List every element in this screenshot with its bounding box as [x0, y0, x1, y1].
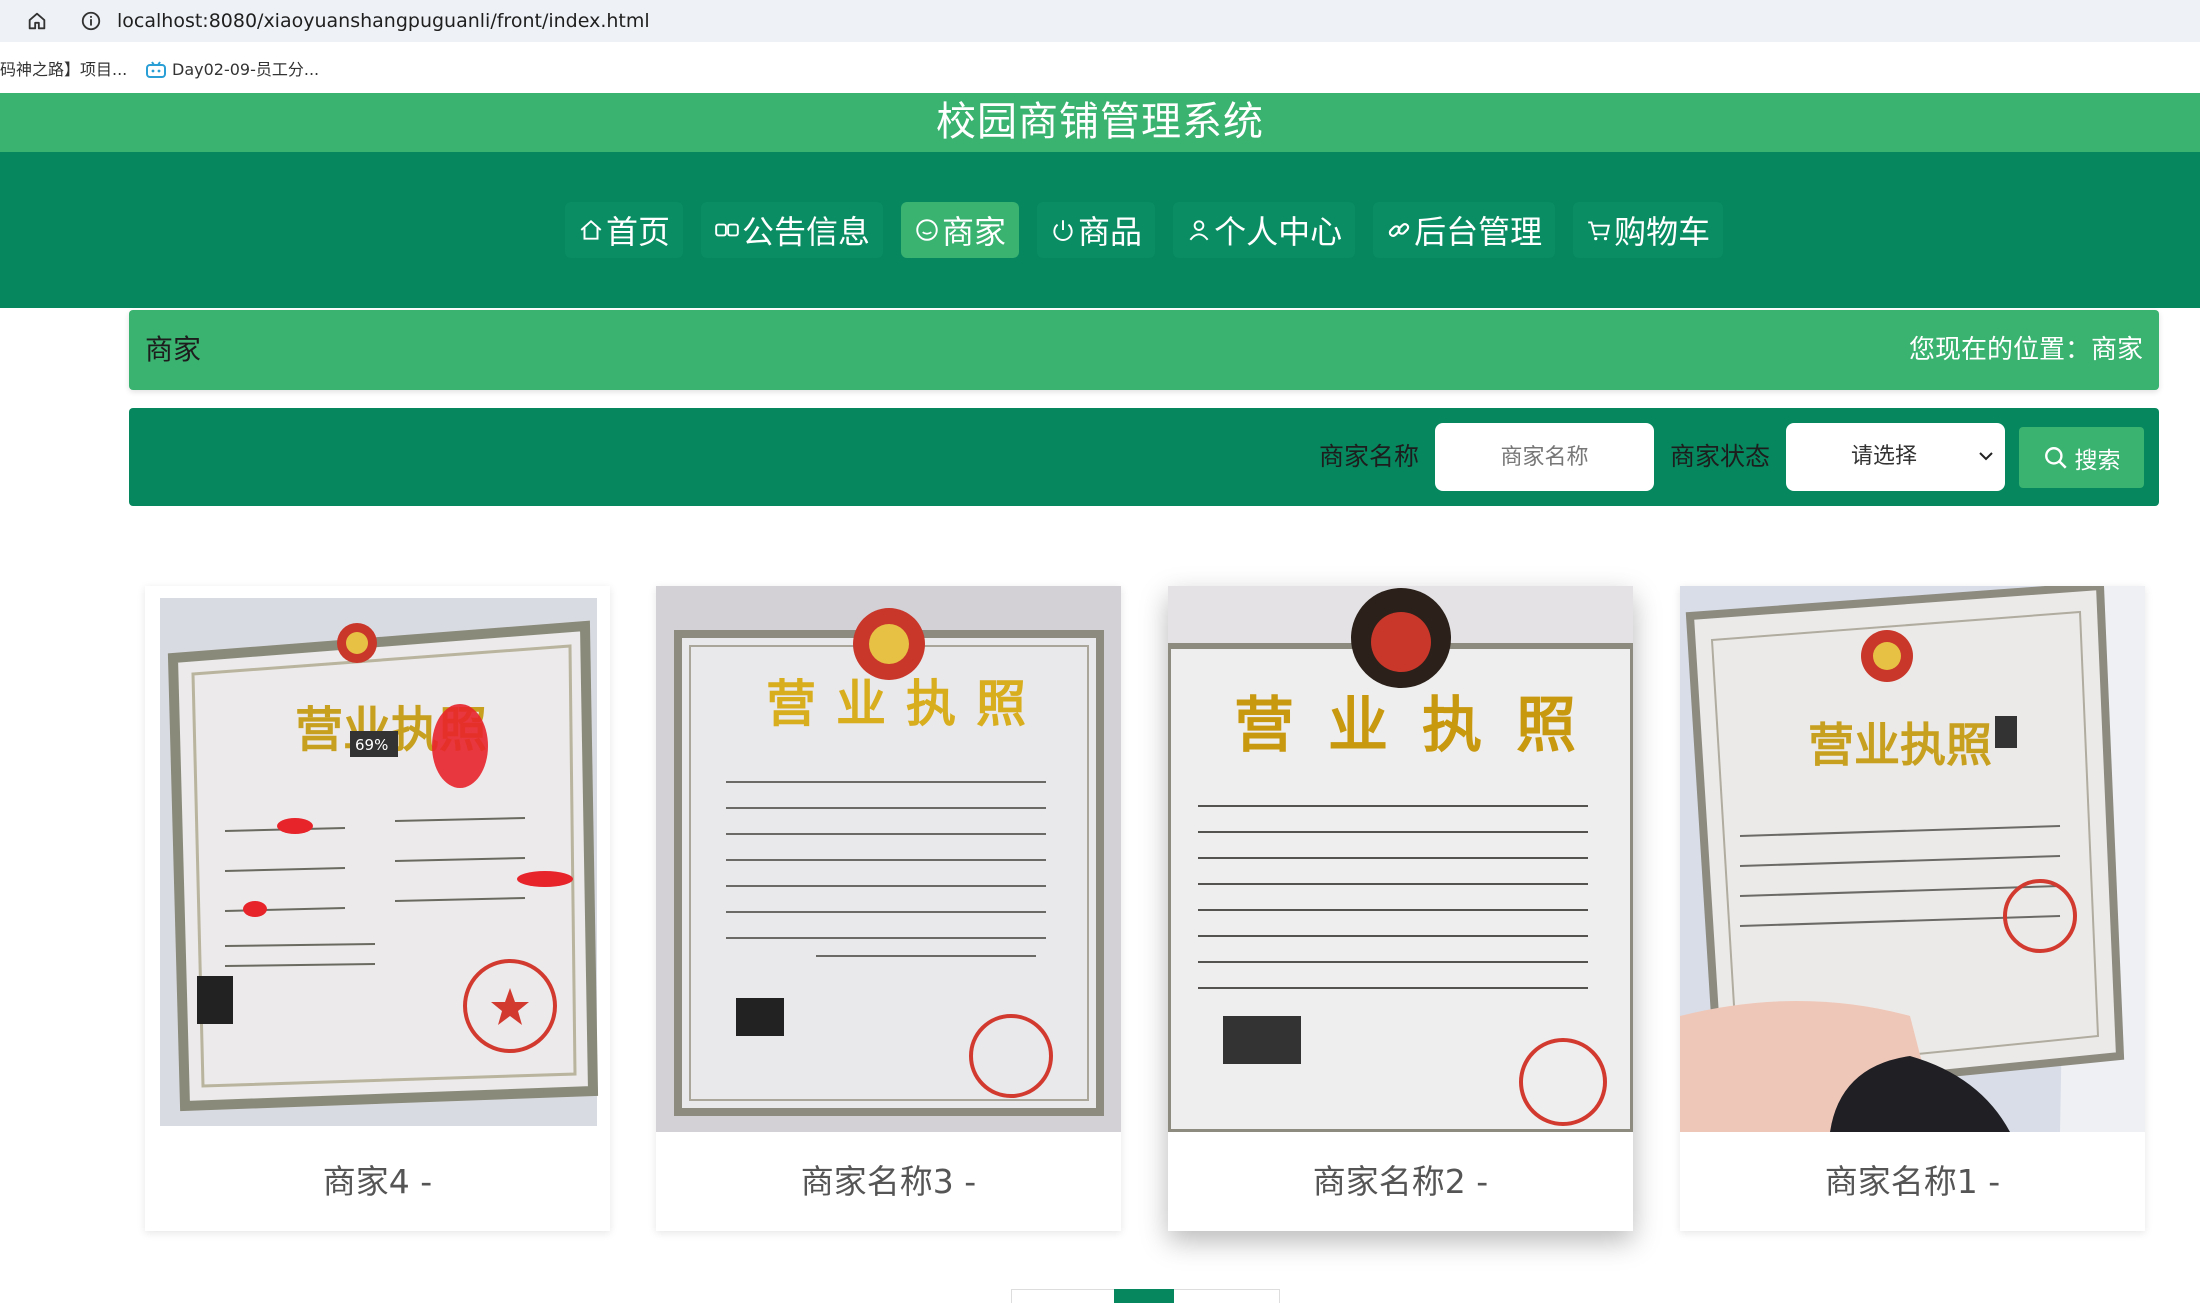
- merchant-card[interactable]: 营业执照 商家名称1 -: [1680, 586, 2145, 1231]
- merchant-card[interactable]: 营业执照 商家名称3 -: [656, 586, 1121, 1231]
- bookmark-item[interactable]: Day02-09-员工分...: [146, 56, 319, 80]
- merchant-card[interactable]: 营业执照 69% 商家4 -: [145, 586, 610, 1231]
- breadcrumb: 商家 您现在的位置：商家: [129, 310, 2159, 390]
- merchant-card-name[interactable]: 商家名称3 -: [656, 1132, 1121, 1231]
- license-heading: 营业执照: [1234, 691, 1610, 761]
- merchant-card-name[interactable]: 商家名称1 -: [1680, 1132, 2145, 1231]
- main-nav: 首页 公告信息 商家 商品 个人中心 后台管理 购物车: [0, 152, 2200, 308]
- search-button-label: 搜索: [2074, 447, 2121, 474]
- merchant-name-input[interactable]: [1435, 423, 1654, 491]
- business-license-image: 营业执照: [656, 586, 1121, 1132]
- merchant-card-name[interactable]: 商家4 -: [145, 1132, 610, 1231]
- license-heading: 营业执照: [766, 675, 1046, 733]
- search-button[interactable]: 搜索: [2019, 427, 2144, 488]
- browser-address-bar: localhost:8080/xiaoyuanshangpuguanli/fro…: [0, 0, 2200, 42]
- select-value: 请选择: [1850, 444, 1917, 469]
- bookmark-item[interactable]: 码神之路】项目...: [0, 56, 127, 80]
- chevron-down-icon: [1979, 452, 1993, 461]
- merchant-name-label: 商家名称: [1319, 442, 1420, 471]
- site-info-icon[interactable]: [80, 10, 102, 32]
- bookmarks-bar: 码神之路】项目... Day02-09-员工分...: [0, 42, 2200, 94]
- nav-label: 购物车: [1614, 213, 1711, 251]
- license-heading: 营业执照: [1808, 718, 1992, 772]
- nav-label: 公告信息: [742, 213, 871, 251]
- nav-label: 首页: [606, 213, 671, 251]
- loop-icon: [714, 217, 740, 243]
- bookmark-label: Day02-09-员工分...: [172, 60, 320, 79]
- page-title: 商家: [145, 333, 202, 366]
- current-position: 您现在的位置：商家: [1908, 335, 2143, 365]
- nav-item-merchants[interactable]: 商家: [901, 202, 1020, 258]
- merchant-card[interactable]: 营业执照 商家名称2 -: [1168, 586, 1633, 1231]
- nav-label: 商家: [942, 213, 1007, 251]
- nav-label: 商品: [1078, 213, 1143, 251]
- progress-overlay: 69%: [355, 736, 388, 754]
- nav-item-profile[interactable]: 个人中心: [1173, 202, 1356, 258]
- nav-item-products[interactable]: 商品: [1037, 202, 1156, 258]
- merchant-status-label: 商家状态: [1670, 442, 1771, 471]
- nav-item-announcements[interactable]: 公告信息: [701, 202, 884, 258]
- search-bar: 商家名称 商家状态 请选择 搜索: [129, 408, 2159, 506]
- bilibili-icon: [146, 61, 166, 78]
- merchant-card-name[interactable]: 商家名称2 -: [1168, 1132, 1633, 1231]
- home-icon: [578, 217, 604, 243]
- pagination[interactable]: [1011, 1289, 1280, 1303]
- nav-label: 后台管理: [1414, 213, 1543, 251]
- nav-item-home[interactable]: 首页: [565, 202, 684, 258]
- cart-icon: [1586, 217, 1612, 243]
- link-icon: [1386, 217, 1412, 243]
- user-icon: [1186, 217, 1212, 243]
- nav-label: 个人中心: [1214, 213, 1343, 251]
- business-license-image: 营业执照: [1680, 586, 2145, 1132]
- search-icon: [2044, 446, 2067, 469]
- pagination-current-page[interactable]: [1114, 1289, 1174, 1303]
- business-license-image: 营业执照: [1168, 586, 1633, 1132]
- smile-icon: [914, 217, 940, 243]
- power-icon: [1050, 217, 1076, 243]
- merchant-status-select[interactable]: 请选择: [1786, 423, 2005, 491]
- nav-item-admin[interactable]: 后台管理: [1373, 202, 1556, 258]
- site-header: 校园商铺管理系统: [0, 93, 2200, 152]
- site-title: 校园商铺管理系统: [936, 99, 1264, 145]
- home-icon[interactable]: [26, 10, 48, 32]
- address-url[interactable]: localhost:8080/xiaoyuanshangpuguanli/fro…: [117, 7, 650, 35]
- nav-item-cart[interactable]: 购物车: [1573, 202, 1724, 258]
- business-license-image: 营业执照 69%: [145, 586, 610, 1132]
